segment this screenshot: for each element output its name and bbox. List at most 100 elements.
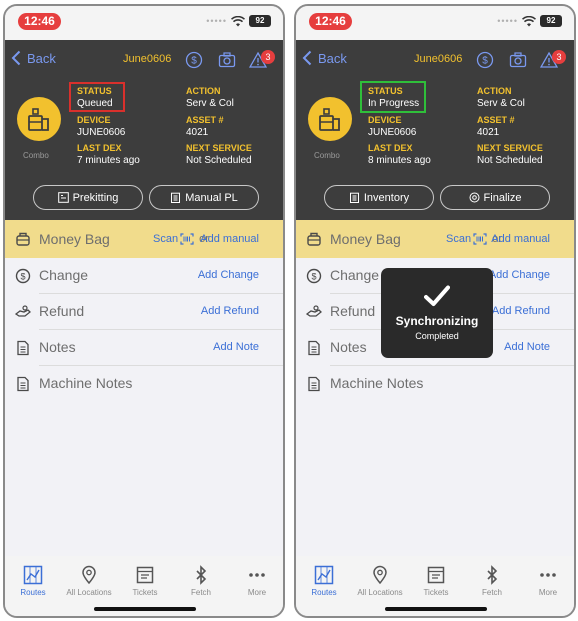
add-manual-button[interactable]: Add manual (491, 233, 550, 245)
bluetooth-icon (487, 565, 498, 585)
action-label: ACTION (186, 86, 221, 96)
status-label: STATUS (368, 86, 403, 96)
nav-bar: Back June0606 $ 3 (5, 40, 283, 80)
add-refund-button[interactable]: Add Refund (492, 305, 550, 317)
dollar-icon[interactable]: $ (185, 51, 203, 69)
tab-all-locations[interactable]: All Locations (352, 565, 408, 597)
svg-text:$: $ (311, 271, 316, 281)
refund-row[interactable]: Refund Add Refund (5, 294, 283, 330)
bottle-icon (28, 108, 49, 131)
barcode-scan-icon[interactable] (473, 233, 487, 245)
tab-tickets[interactable]: Tickets (408, 565, 464, 597)
checkmark-icon (424, 285, 450, 306)
routes-map-icon (314, 565, 334, 585)
action-value: Serv & Col (477, 98, 525, 109)
machine-notes-row[interactable]: Machine Notes (296, 366, 574, 402)
status-value: Queued (77, 98, 113, 109)
action-label: ACTION (477, 86, 512, 96)
nav-title: June0606 (414, 53, 463, 65)
inventory-label: Inventory (363, 191, 410, 204)
tab-bar: Routes All Locations Tickets Fetch More (5, 556, 283, 616)
add-refund-button[interactable]: Add Refund (201, 305, 259, 317)
nextservice-value: Not Scheduled (186, 155, 252, 166)
tab-label: Routes (20, 588, 46, 597)
chevron-left-icon (302, 50, 312, 66)
device-label: DEVICE (77, 115, 111, 125)
dollar-circle-icon: $ (306, 268, 322, 284)
barcode-scan-icon[interactable] (180, 233, 194, 245)
finalize-button[interactable]: Finalize (440, 185, 550, 210)
finalize-label: Finalize (483, 191, 522, 204)
add-change-button[interactable]: Add Change (489, 269, 550, 281)
combo-machine-icon (17, 97, 61, 141)
tab-label: Routes (311, 588, 337, 597)
manual-pl-button[interactable]: Manual PL (149, 185, 259, 210)
nextservice-value: Not Scheduled (477, 155, 543, 166)
toast-title: Synchronizing (395, 314, 479, 328)
money-bag-icon (16, 232, 30, 246)
sync-toast: Synchronizing Completed (381, 268, 493, 358)
status-label: STATUS (77, 86, 112, 96)
money-bag-row[interactable]: Money Bag Scan or Add manual (296, 220, 574, 258)
chevron-left-icon (11, 50, 21, 66)
add-note-button[interactable]: Add Note (504, 341, 550, 353)
money-bag-label: Money Bag (330, 231, 401, 247)
more-dots-icon (249, 573, 265, 577)
status-bar: 12:46 ••••• 92 (5, 6, 283, 40)
lastdex-label: LAST DEX (77, 143, 122, 153)
note-document-icon (308, 376, 320, 392)
refund-hand-icon (306, 305, 322, 317)
back-button[interactable]: Back (302, 50, 347, 66)
alert-count-badge: 3 (552, 50, 566, 64)
nav-bar: Back June0606 $ 3 (296, 40, 574, 80)
tab-routes[interactable]: Routes (296, 565, 352, 597)
home-indicator[interactable] (385, 607, 487, 611)
add-change-button[interactable]: Add Change (198, 269, 259, 281)
tab-label: Tickets (423, 588, 449, 597)
svg-text:$: $ (20, 271, 25, 281)
money-bag-row[interactable]: Money Bag Scan or Add manual (5, 220, 283, 258)
asset-label: ASSET # (477, 115, 515, 125)
tab-label: All Locations (66, 588, 112, 597)
battery-icon: 92 (540, 15, 562, 27)
asset-label: ASSET # (186, 115, 224, 125)
svg-text:$: $ (191, 56, 197, 67)
machine-notes-row[interactable]: Machine Notes (5, 366, 283, 402)
status-value: In Progress (368, 98, 420, 109)
battery-icon: 92 (249, 15, 271, 27)
tab-all-locations[interactable]: All Locations (61, 565, 117, 597)
change-row[interactable]: $ Change Add Change (5, 258, 283, 294)
status-time: 12:46 (18, 13, 61, 30)
machine-notes-label: Machine Notes (330, 375, 424, 391)
tab-label: Fetch (190, 588, 211, 597)
camera-icon[interactable] (509, 51, 527, 69)
dollar-icon[interactable]: $ (476, 51, 494, 69)
signal-dots-icon: ••••• (497, 16, 518, 26)
scan-button[interactable]: Scan (153, 233, 178, 245)
prekitting-label: Prekitting (72, 191, 119, 204)
change-label: Change (330, 267, 380, 283)
tab-more[interactable]: More (520, 565, 574, 597)
back-label: Back (318, 50, 347, 66)
notes-label: Notes (330, 339, 367, 355)
nav-title: June0606 (123, 53, 172, 65)
home-indicator[interactable] (94, 607, 196, 611)
tab-more[interactable]: More (229, 565, 283, 597)
tab-fetch[interactable]: Fetch (173, 565, 229, 597)
tab-routes[interactable]: Routes (5, 565, 61, 597)
combo-machine-icon (308, 97, 352, 141)
prekitting-button[interactable]: Prekitting (33, 185, 143, 210)
camera-icon[interactable] (218, 51, 236, 69)
lastdex-value: 8 minutes ago (368, 155, 431, 166)
inventory-button[interactable]: Inventory (324, 185, 434, 210)
add-manual-button[interactable]: Add manual (200, 233, 259, 245)
scan-button[interactable]: Scan (446, 233, 471, 245)
tab-fetch[interactable]: Fetch (464, 565, 520, 597)
note-document-icon (308, 340, 320, 356)
tab-tickets[interactable]: Tickets (117, 565, 173, 597)
notes-row[interactable]: Notes Add Note (5, 330, 283, 366)
tab-label: More (538, 588, 558, 597)
inventory-list-icon (349, 192, 359, 203)
back-button[interactable]: Back (11, 50, 56, 66)
add-note-button[interactable]: Add Note (213, 341, 259, 353)
